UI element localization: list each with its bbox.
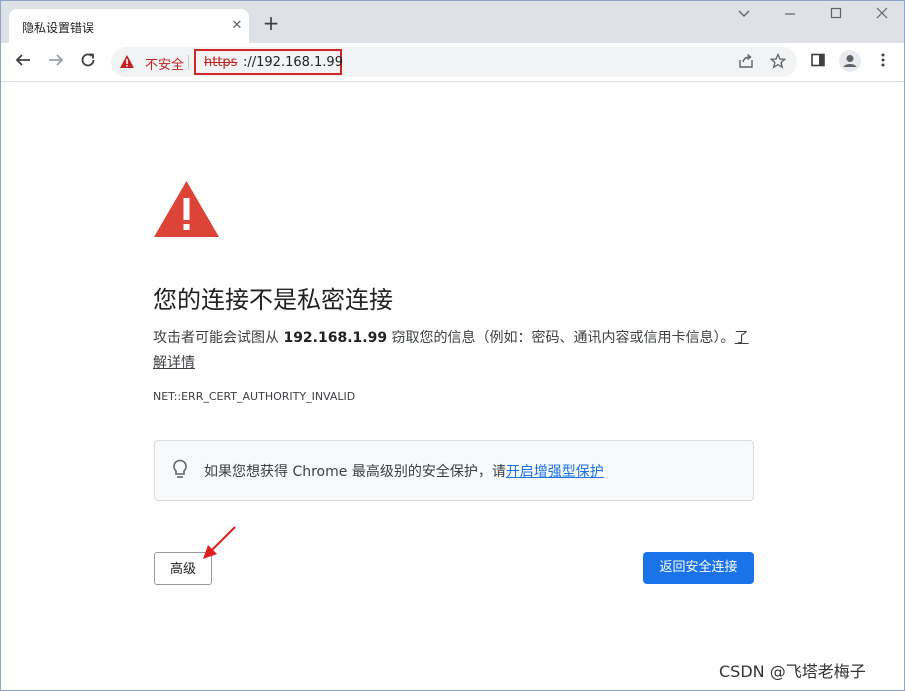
enhanced-protection-text: 如果您想获得 Chrome 最高级别的安全保护，请开启增强型保护 xyxy=(204,461,604,481)
bookmark-star-icon[interactable] xyxy=(769,52,787,71)
forward-icon[interactable] xyxy=(45,51,67,73)
page-title: 您的连接不是私密连接 xyxy=(153,286,393,314)
tab-title: 隐私设置错误 xyxy=(22,21,95,35)
maximize-icon[interactable] xyxy=(826,7,846,25)
close-window-icon[interactable] xyxy=(872,7,892,25)
browser-window: 隐私设置错误 ✕ + 不安全 https://192.168.1.99 您的连… xyxy=(0,0,905,691)
desc-text-1: 攻击者可能会试图从 xyxy=(153,330,279,346)
menu-kebab-icon[interactable] xyxy=(873,52,893,72)
desc-text-2: 窃取您的信息（例如：密码、通讯内容或信用卡信息）。 xyxy=(391,330,735,346)
back-icon[interactable] xyxy=(12,51,34,73)
error-description: 攻击者可能会试图从 192.168.1.99 窃取您的信息（例如：密码、通讯内容… xyxy=(153,326,753,376)
omnibox-separator xyxy=(188,55,189,69)
tab-active[interactable]: 隐私设置错误 ✕ xyxy=(9,9,249,43)
not-secure-label[interactable]: 不安全 xyxy=(145,54,184,73)
tab-search-icon[interactable] xyxy=(734,7,754,25)
share-icon[interactable] xyxy=(737,53,755,71)
new-tab-icon[interactable]: + xyxy=(262,13,280,33)
tab-strip: 隐私设置错误 ✕ + xyxy=(1,1,904,43)
side-panel-icon[interactable] xyxy=(808,52,828,72)
not-secure-warning-icon[interactable] xyxy=(119,54,135,73)
error-code: NET::ERR_CERT_AUTHORITY_INVALID xyxy=(153,390,356,403)
profile-avatar-icon[interactable] xyxy=(839,50,861,72)
red-annotation-arrow-icon xyxy=(199,524,239,568)
toolbar: 不安全 https ://192.168.1.99 xyxy=(1,43,904,82)
enable-enhanced-protection-link[interactable]: 开启增强型保护 xyxy=(506,464,604,480)
desc-host: 192.168.1.99 xyxy=(283,330,388,346)
minimize-icon[interactable] xyxy=(780,7,800,25)
enhanced-protection-banner: 如果您想获得 Chrome 最高级别的安全保护，请开启增强型保护 xyxy=(154,440,754,501)
lightbulb-icon xyxy=(171,459,189,485)
tab-close-icon[interactable]: ✕ xyxy=(229,18,245,34)
back-to-safety-button[interactable]: 返回安全连接 xyxy=(643,552,754,584)
danger-triangle-icon xyxy=(153,180,220,242)
watermark: CSDN @飞塔老梅子 xyxy=(719,662,866,681)
interstitial-page: 您的连接不是私密连接 攻击者可能会试图从 192.168.1.99 窃取您的信息… xyxy=(1,82,904,690)
reload-icon[interactable] xyxy=(77,51,99,73)
url-scheme[interactable]: https xyxy=(204,55,237,70)
address-bar[interactable]: 不安全 https ://192.168.1.99 xyxy=(111,47,797,77)
url-host[interactable]: ://192.168.1.99 xyxy=(243,55,343,70)
enhanced-protection-message: 如果您想获得 Chrome 最高级别的安全保护，请 xyxy=(204,464,506,480)
url-highlight-box: https ://192.168.1.99 xyxy=(194,49,343,75)
